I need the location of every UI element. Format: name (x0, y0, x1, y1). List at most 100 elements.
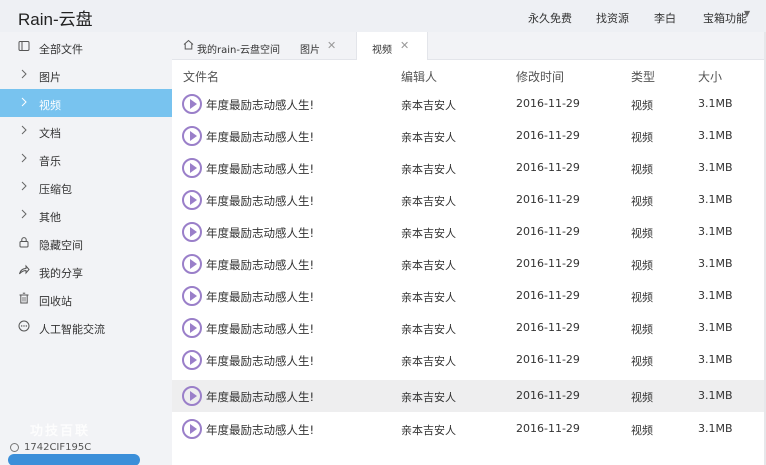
tab-label: 我的rain-云盘空间 (197, 45, 280, 56)
file-editor: 亲本吉安人 (401, 391, 456, 404)
close-icon[interactable]: ✕ (400, 39, 409, 52)
sidebar-item-ai-exchange[interactable]: 人工智能交流 (0, 313, 172, 341)
file-name[interactable]: 年度最励志动感人生! (206, 289, 314, 305)
sidebar-item-label: 其他 (39, 211, 61, 224)
file-type: 视频 (631, 99, 653, 112)
sidebar-item-label: 视频 (39, 99, 61, 112)
play-icon[interactable] (182, 318, 202, 338)
sidebar-item-hidden-space[interactable]: 隐藏空间 (0, 229, 172, 257)
nav-treasure[interactable]: 宝箱功能 (703, 10, 747, 26)
table-row[interactable]: 年度最励志动感人生! 亲本吉安人 2016-11-29 视频 3.1MB (172, 184, 766, 216)
file-type: 视频 (631, 195, 653, 208)
sidebar-item-label: 图片 (39, 71, 61, 84)
sidebar-item-videos[interactable]: 视频 (0, 89, 172, 117)
play-icon[interactable] (182, 350, 202, 370)
file-name[interactable]: 年度最励志动感人生! (206, 193, 314, 209)
tab-label: 视频 (372, 45, 392, 56)
file-type: 视频 (631, 424, 653, 437)
play-icon[interactable] (182, 419, 202, 439)
file-type: 视频 (631, 131, 653, 144)
table-row[interactable]: 年度最励志动感人生! 亲本吉安人 2016-11-29 视频 3.1MB (172, 216, 766, 248)
file-name[interactable]: 年度最励志动感人生! (206, 225, 314, 241)
sidebar-item-documents[interactable]: 文档 (0, 117, 172, 145)
file-size: 3.1MB (698, 97, 733, 110)
file-name[interactable]: 年度最励志动感人生! (206, 321, 314, 337)
sidebar-item-label: 隐藏空间 (39, 239, 83, 252)
file-size: 3.1MB (698, 422, 733, 435)
file-size: 3.1MB (698, 161, 733, 174)
file-size: 3.1MB (698, 289, 733, 302)
column-header-editor[interactable]: 编辑人 (401, 68, 437, 85)
file-size: 3.1MB (698, 193, 733, 206)
file-name[interactable]: 年度最励志动感人生! (206, 389, 314, 405)
table-row[interactable]: 年度最励志动感人生! 亲本吉安人 2016-11-29 视频 3.1MB (172, 344, 766, 376)
footer-code: 1742CIF195C (24, 442, 92, 453)
tab-my-space[interactable]: 我的rain-云盘空间 (172, 32, 290, 60)
file-type: 视频 (631, 355, 653, 368)
play-icon[interactable] (182, 286, 202, 306)
watermark-text: 功技百联 (30, 423, 91, 438)
file-name[interactable]: 年度最励志动感人生! (206, 129, 314, 145)
play-icon[interactable] (182, 222, 202, 242)
file-date: 2016-11-29 (516, 129, 580, 142)
app-title: Rain-云盘 (18, 10, 93, 29)
share-icon (18, 264, 30, 276)
sidebar-item-archives[interactable]: 压缩包 (0, 173, 172, 201)
tab-videos[interactable]: 视频 ✕ (356, 32, 428, 61)
column-header-modified[interactable]: 修改时间 (516, 68, 564, 85)
file-size: 3.1MB (698, 321, 733, 334)
nav-free[interactable]: 永久免费 (528, 10, 572, 26)
sidebar-item-label: 文档 (39, 127, 61, 140)
file-name[interactable]: 年度最励志动感人生! (206, 257, 314, 273)
file-name[interactable]: 年度最励志动感人生! (206, 161, 314, 177)
table-row[interactable]: 年度最励志动感人生! 亲本吉安人 2016-11-29 视频 3.1MB (172, 413, 766, 445)
sidebar-item-label: 全部文件 (39, 43, 83, 56)
column-header-type[interactable]: 类型 (631, 68, 655, 85)
play-icon[interactable] (182, 126, 202, 146)
file-date: 2016-11-29 (516, 97, 580, 110)
sidebar-item-all-files[interactable]: 全部文件 (0, 33, 172, 61)
file-size: 3.1MB (698, 257, 733, 270)
chevron-down-icon[interactable]: ▼ (744, 9, 750, 18)
chevron-right-icon (18, 96, 30, 108)
file-editor: 亲本吉安人 (401, 323, 456, 336)
nav-user[interactable]: 李白 (654, 10, 676, 26)
column-header-size[interactable]: 大小 (698, 68, 722, 85)
file-type: 视频 (631, 163, 653, 176)
sidebar-item-recycle-bin[interactable]: 回收站 (0, 285, 172, 313)
sidebar-item-music[interactable]: 音乐 (0, 145, 172, 173)
table-row[interactable]: 年度最励志动感人生! 亲本吉安人 2016-11-29 视频 3.1MB (172, 380, 766, 412)
file-name[interactable]: 年度最励志动感人生! (206, 422, 314, 438)
file-type: 视频 (631, 323, 653, 336)
play-icon[interactable] (182, 158, 202, 178)
file-name[interactable]: 年度最励志动感人生! (206, 97, 314, 113)
file-editor: 亲本吉安人 (401, 131, 456, 144)
file-editor: 亲本吉安人 (401, 195, 456, 208)
column-header-name[interactable]: 文件名 (183, 68, 219, 85)
file-date: 2016-11-29 (516, 321, 580, 334)
tab-bar: 我的rain-云盘空间 图片 ✕ 视频 ✕ (172, 32, 766, 61)
play-icon[interactable] (182, 254, 202, 274)
file-type: 视频 (631, 227, 653, 240)
sidebar-item-images[interactable]: 图片 (0, 61, 172, 89)
play-icon[interactable] (182, 190, 202, 210)
sidebar-item-other[interactable]: 其他 (0, 201, 172, 229)
table-row[interactable]: 年度最励志动感人生! 亲本吉安人 2016-11-29 视频 3.1MB (172, 248, 766, 280)
home-icon (183, 39, 194, 53)
play-icon[interactable] (182, 94, 202, 114)
table-row[interactable]: 年度最励志动感人生! 亲本吉安人 2016-11-29 视频 3.1MB (172, 280, 766, 312)
table-row[interactable]: 年度最励志动感人生! 亲本吉安人 2016-11-29 视频 3.1MB (172, 312, 766, 344)
table-row[interactable]: 年度最励志动感人生! 亲本吉安人 2016-11-29 视频 3.1MB (172, 152, 766, 184)
table-row[interactable]: 年度最励志动感人生! 亲本吉安人 2016-11-29 视频 3.1MB (172, 88, 766, 120)
storage-bar (8, 454, 140, 465)
file-name[interactable]: 年度最励志动感人生! (206, 353, 314, 369)
sidebar-item-my-shares[interactable]: 我的分享 (0, 257, 172, 285)
sidebar-item-label: 压缩包 (39, 183, 72, 196)
close-icon[interactable]: ✕ (327, 39, 336, 52)
nav-find-resources[interactable]: 找资源 (596, 10, 629, 26)
tab-label: 图片 (300, 45, 320, 56)
file-editor: 亲本吉安人 (401, 227, 456, 240)
tab-images[interactable]: 图片 ✕ (290, 32, 355, 60)
play-icon[interactable] (182, 386, 202, 406)
table-row[interactable]: 年度最励志动感人生! 亲本吉安人 2016-11-29 视频 3.1MB (172, 120, 766, 152)
